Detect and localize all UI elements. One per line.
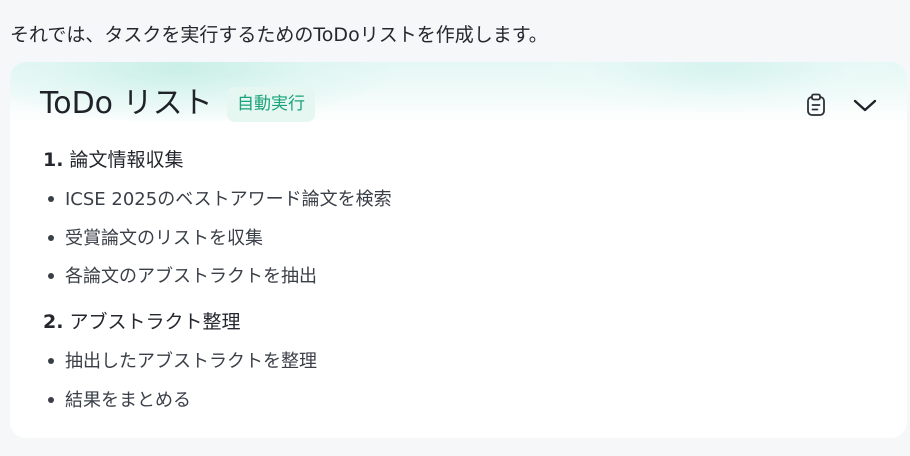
task-text: 抽出したアブストラクトを整理 bbox=[65, 351, 317, 372]
task-item: 各論文のアブストラクトを抽出 bbox=[48, 264, 317, 290]
task-text: ICSE 2025のベストアワード論文を検索 bbox=[65, 189, 392, 210]
task-text: 各論文のアブストラクトを抽出 bbox=[65, 266, 317, 287]
task-item: 受賞論文のリストを収集 bbox=[48, 226, 263, 252]
todo-card-title: ToDo リスト bbox=[40, 86, 213, 121]
section-number: 1. bbox=[43, 149, 64, 171]
bullet-dot bbox=[48, 358, 54, 364]
task-text: 受賞論文のリストを収集 bbox=[65, 228, 263, 249]
assistant-intro-text: それでは、タスクを実行するためのToDoリストを作成します。 bbox=[10, 24, 548, 46]
collapse-button[interactable] bbox=[850, 91, 880, 119]
chevron-down-icon bbox=[853, 99, 877, 112]
section-title: 論文情報収集 bbox=[69, 149, 184, 171]
section-number: 2. bbox=[43, 311, 64, 333]
bullet-dot bbox=[48, 196, 54, 202]
section-heading: 1. 論文情報収集 bbox=[43, 147, 184, 173]
section-heading: 2. アブストラクト整理 bbox=[43, 309, 241, 335]
clipboard-icon bbox=[807, 93, 825, 116]
copy-button[interactable] bbox=[802, 91, 830, 119]
task-item: ICSE 2025のベストアワード論文を検索 bbox=[48, 187, 392, 213]
bullet-dot bbox=[48, 273, 54, 279]
task-item: 抽出したアブストラクトを整理 bbox=[48, 349, 317, 375]
todo-card: ToDo リスト 自動実行 1. 論文情報収集 ICSE 2025のベストアワー… bbox=[10, 62, 907, 438]
bullet-dot bbox=[48, 397, 54, 403]
task-text: 結果をまとめる bbox=[65, 390, 191, 411]
bullet-dot bbox=[48, 235, 54, 241]
auto-run-badge: 自動実行 bbox=[227, 87, 315, 122]
section-title: アブストラクト整理 bbox=[69, 311, 241, 333]
task-item: 結果をまとめる bbox=[48, 388, 191, 414]
